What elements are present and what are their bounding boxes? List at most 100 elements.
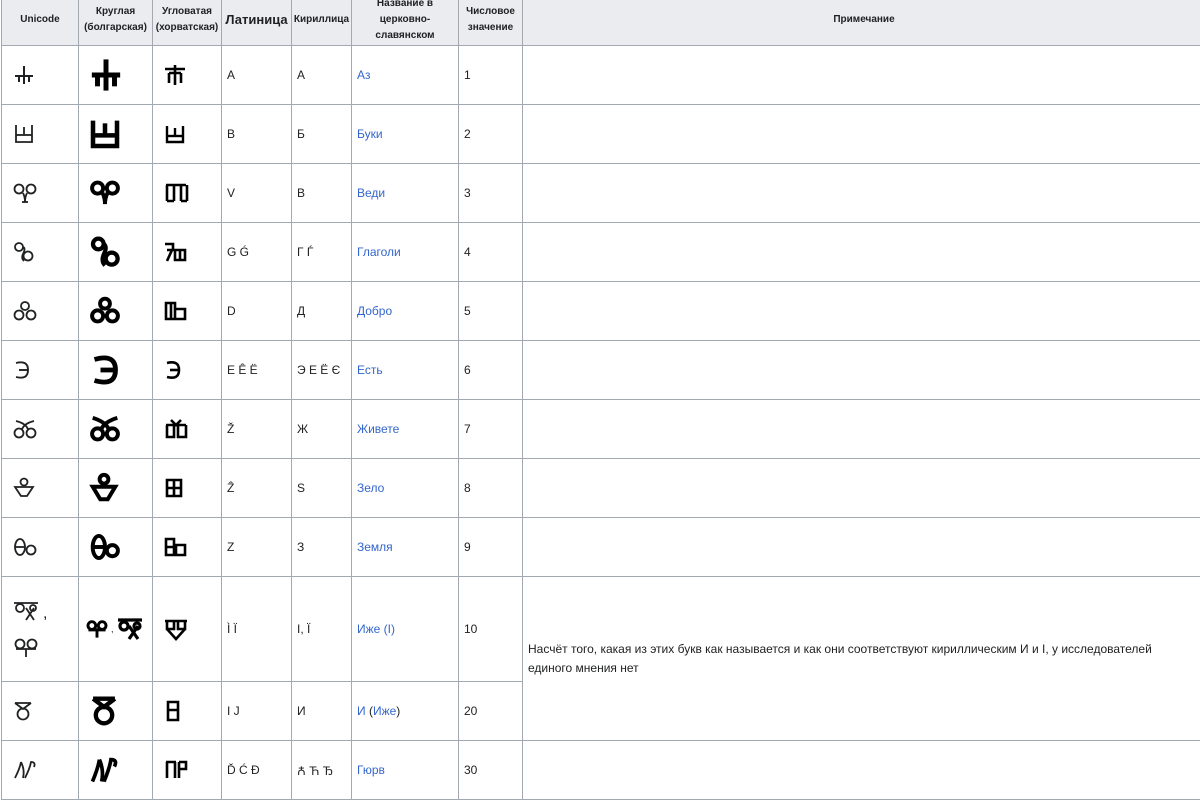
name-cell: Глаголи — [352, 223, 459, 282]
cyrillic-cell: В — [292, 164, 352, 223]
header-latin[interactable]: Латиница — [222, 0, 292, 46]
name-paren-close: ) — [396, 704, 400, 718]
header-angular[interactable]: Угловатая (хорватская) — [153, 0, 222, 46]
glagolitic-vedi-icon — [89, 178, 121, 208]
letter-name-link[interactable]: Земля — [357, 540, 393, 554]
letter-name-link[interactable]: Иже (І) — [357, 622, 395, 636]
letter-name-link[interactable]: Есть — [357, 363, 383, 377]
table-row: V В Веди 3 — [2, 164, 1200, 223]
glagolitic-i-icon — [89, 694, 119, 728]
latin-cell: Ẑ — [222, 459, 292, 518]
glagolitic-vedi-icon — [163, 181, 189, 205]
table-row: D Д Добро 5 — [2, 282, 1200, 341]
header-value[interactable]: Числовое значение — [459, 0, 523, 46]
letter-name-link[interactable]: Буки — [357, 127, 383, 141]
header-round[interactable]: Круглая (болгарская) — [79, 0, 153, 46]
latin-cell: B — [222, 105, 292, 164]
round-glyph-cell — [79, 459, 153, 518]
letter-name-alt-link[interactable]: Иже — [373, 704, 396, 718]
value-cell: 30 — [459, 741, 523, 800]
round-glyph-cell — [79, 105, 153, 164]
glagolitic-buki-icon — [89, 118, 121, 150]
value-cell: 2 — [459, 105, 523, 164]
latin-cell: G Ǵ — [222, 223, 292, 282]
value-cell: 7 — [459, 400, 523, 459]
angular-glyph-cell — [153, 46, 222, 105]
letter-name-link[interactable]: Глаголи — [357, 245, 401, 259]
cyrillic-cell: Б — [292, 105, 352, 164]
header-name[interactable]: Название в церковно-славянском — [352, 0, 459, 46]
angular-glyph-cell — [153, 682, 222, 741]
letter-name-link[interactable]: И — [357, 704, 366, 718]
glagolitic-buki-icon — [12, 122, 36, 146]
table-row: A А Аз 1 — [2, 46, 1200, 105]
unicode-glyph-cell — [2, 223, 79, 282]
unicode-glyph-cell — [2, 164, 79, 223]
table-row: E Ê Ë Э Е Ё Є Есть 6 — [2, 341, 1200, 400]
name-cell: Земля — [352, 518, 459, 577]
glagolitic-zemlja-icon — [163, 535, 187, 559]
table-row: Z З Земля 9 — [2, 518, 1200, 577]
unicode-glyph-cell — [2, 341, 79, 400]
cyrillic-cell: И — [292, 682, 352, 741]
note-cell — [523, 46, 1200, 105]
angular-glyph-cell — [153, 164, 222, 223]
cyrillic-cell: І, Ї — [292, 577, 352, 682]
angular-glyph-cell — [153, 282, 222, 341]
unicode-glyph-cell — [2, 105, 79, 164]
name-cell: Гюрв — [352, 741, 459, 800]
round-glyph-cell — [79, 682, 153, 741]
note-cell — [523, 223, 1200, 282]
letter-name-link[interactable]: Аз — [357, 68, 371, 82]
cyrillic-cell: Ж — [292, 400, 352, 459]
value-cell: 5 — [459, 282, 523, 341]
name-paren-open: ( — [366, 704, 373, 718]
header-unicode[interactable]: Unicode — [2, 0, 79, 46]
value-cell: 4 — [459, 223, 523, 282]
note-cell — [523, 459, 1200, 518]
angular-glyph-cell — [153, 518, 222, 577]
glagolitic-buki-icon — [163, 122, 187, 146]
glagolitic-glagoli-icon — [163, 240, 189, 264]
value-cell: 10 — [459, 577, 523, 682]
glagolitic-zelo-icon — [12, 476, 36, 500]
letter-name-link[interactable]: Зело — [357, 481, 384, 495]
latin-cell: Ď Ć Đ — [222, 741, 292, 800]
name-cell: Веди — [352, 164, 459, 223]
latin-cell: I J — [222, 682, 292, 741]
header-note[interactable]: Примечание — [523, 0, 1200, 46]
header-cyrillic[interactable]: Кириллица — [292, 0, 352, 46]
glagolitic-est-icon — [89, 352, 121, 388]
angular-glyph-cell — [153, 400, 222, 459]
glagolitic-zelo-icon — [89, 471, 119, 505]
letter-name-link[interactable]: Веди — [357, 186, 385, 200]
round-glyph-cell: , — [79, 577, 153, 682]
angular-glyph-cell — [153, 459, 222, 518]
value-cell: 8 — [459, 459, 523, 518]
angular-glyph-cell — [153, 105, 222, 164]
letter-name-link[interactable]: Добро — [357, 304, 392, 318]
table-row: Ž Ж Живете 7 — [2, 400, 1200, 459]
glagolitic-izhe-icon — [116, 617, 144, 641]
round-glyph-cell — [79, 341, 153, 400]
note-cell — [523, 282, 1200, 341]
latin-cell: Ž — [222, 400, 292, 459]
glagolitic-zhivete-icon — [89, 414, 121, 444]
note-cell — [523, 105, 1200, 164]
name-cell: Есть — [352, 341, 459, 400]
round-glyph-cell — [79, 164, 153, 223]
name-cell: Иже (І) — [352, 577, 459, 682]
letter-name-link[interactable]: Гюрв — [357, 763, 385, 777]
glagolitic-dobro-icon — [163, 299, 189, 323]
glagolitic-i-icon — [163, 699, 183, 723]
name-cell: Живете — [352, 400, 459, 459]
unicode-glyph-cell: , — [2, 577, 79, 682]
value-cell: 6 — [459, 341, 523, 400]
latin-cell: A — [222, 46, 292, 105]
note-cell: Насчёт того, какая из этих букв как назы… — [523, 577, 1200, 741]
unicode-glyph-cell — [2, 46, 79, 105]
latin-cell: V — [222, 164, 292, 223]
letter-name-link[interactable]: Живете — [357, 422, 399, 436]
unicode-glyph-cell — [2, 741, 79, 800]
glagolitic-est-icon — [163, 358, 183, 382]
